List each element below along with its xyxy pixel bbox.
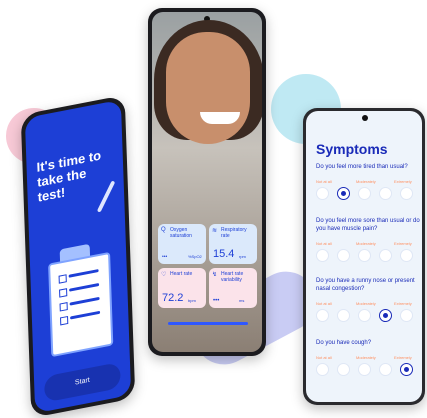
tile-value: 15.4	[213, 248, 235, 260]
tile-label: Heart rate variability	[221, 271, 244, 283]
rating-option-radio[interactable]	[400, 249, 413, 262]
rating-option-radio[interactable]	[358, 187, 371, 200]
respiratory-tile[interactable]: ≋ Respiratory rate 15.4 rpm	[209, 224, 257, 264]
rating-option-radio[interactable]	[358, 249, 371, 262]
checkbox-icon	[58, 274, 67, 284]
tile-label: Oxygen saturation	[170, 227, 192, 239]
scale-label: Extremely	[394, 355, 412, 360]
scale-label: Extremely	[394, 241, 412, 246]
oxygen-icon: Q	[161, 227, 166, 233]
question-text: Do you have cough?	[316, 340, 372, 346]
scale-label: Extremely	[394, 179, 412, 184]
checkbox-icon	[60, 315, 69, 326]
checkbox-icon	[59, 302, 68, 312]
tile-value: •••	[213, 298, 220, 304]
right-phone: Symptoms Do you feel more tired than usu…	[303, 108, 425, 405]
tile-label: Heart rate	[170, 271, 193, 277]
scale-label: Not at all	[316, 301, 332, 306]
tile-value: •••	[162, 254, 168, 260]
scale-label: Moderately	[356, 355, 376, 360]
rating-option-radio[interactable]	[337, 309, 350, 322]
tile-unit: bpm	[188, 298, 196, 303]
line	[68, 269, 99, 278]
rating-option-radio[interactable]	[358, 363, 371, 376]
rating-option-radio[interactable]	[400, 363, 413, 376]
test-intro-screen: It's time to take the test! Start	[24, 99, 132, 414]
line	[70, 310, 101, 320]
rating-option-radio[interactable]	[379, 249, 392, 262]
tile-value: 72.2	[162, 292, 184, 304]
scale-label: Not at all	[316, 241, 332, 246]
rating-option-radio[interactable]	[358, 309, 371, 322]
scale-label: Not at all	[316, 355, 332, 360]
rating-option-radio[interactable]	[316, 309, 329, 322]
symptoms-screen: Symptoms Do you feel more tired than usu…	[306, 111, 422, 402]
rating-option-radio[interactable]	[400, 309, 413, 322]
smile-shape	[200, 112, 240, 124]
rating-option-radio[interactable]	[379, 187, 392, 200]
question-text: Do you feel more sore than usual or do y…	[316, 218, 420, 232]
scale-label: Moderately	[356, 301, 376, 306]
scale-label: Moderately	[356, 179, 376, 184]
question-text: Do you have a runny nose or present nasa…	[316, 278, 415, 292]
face-scan-screen: Q Oxygen saturation ••• %SpO2 ≋ Respirat…	[152, 12, 262, 352]
checkbox-icon	[59, 288, 68, 298]
page-title: Symptoms	[316, 141, 388, 157]
rating-option-radio[interactable]	[337, 187, 350, 200]
tile-unit: rpm	[239, 254, 246, 259]
rating-option-radio[interactable]	[400, 187, 413, 200]
line	[69, 296, 100, 306]
tile-label: Respiratory rate	[221, 227, 247, 239]
question-text: Do you feel more tired than usual?	[316, 164, 408, 170]
rating-option-radio[interactable]	[337, 363, 350, 376]
scale-label: Not at all	[316, 179, 332, 184]
camera-dot	[362, 115, 368, 121]
face-image	[166, 32, 250, 144]
middle-phone: Q Oxygen saturation ••• %SpO2 ≋ Respirat…	[148, 8, 266, 356]
oxygen-tile[interactable]: Q Oxygen saturation ••• %SpO2	[158, 224, 206, 264]
pulse-icon: ↯	[212, 272, 218, 278]
tile-unit: ms	[239, 298, 245, 303]
scale-label: Extremely	[394, 301, 412, 306]
rating-option-radio[interactable]	[316, 249, 329, 262]
rating-option-radio[interactable]	[379, 309, 392, 322]
line	[69, 282, 100, 292]
rating-option-radio[interactable]	[379, 363, 392, 376]
hrv-tile[interactable]: ↯ Heart rate variability ••• ms	[209, 268, 257, 308]
progress-bar	[168, 322, 248, 325]
heart-rate-tile[interactable]: ♡ Heart rate 72.2 bpm	[158, 268, 206, 308]
rating-option-radio[interactable]	[337, 249, 350, 262]
lungs-icon: ≋	[212, 228, 218, 234]
start-button[interactable]: Start	[43, 361, 121, 403]
clipboard-icon	[48, 251, 114, 358]
rating-option-radio[interactable]	[316, 187, 329, 200]
rating-option-radio[interactable]	[316, 363, 329, 376]
scale-label: Moderately	[356, 241, 376, 246]
left-phone: It's time to take the test! Start	[20, 94, 136, 418]
heart-icon: ♡	[161, 272, 167, 278]
tile-unit: %SpO2	[188, 254, 202, 259]
